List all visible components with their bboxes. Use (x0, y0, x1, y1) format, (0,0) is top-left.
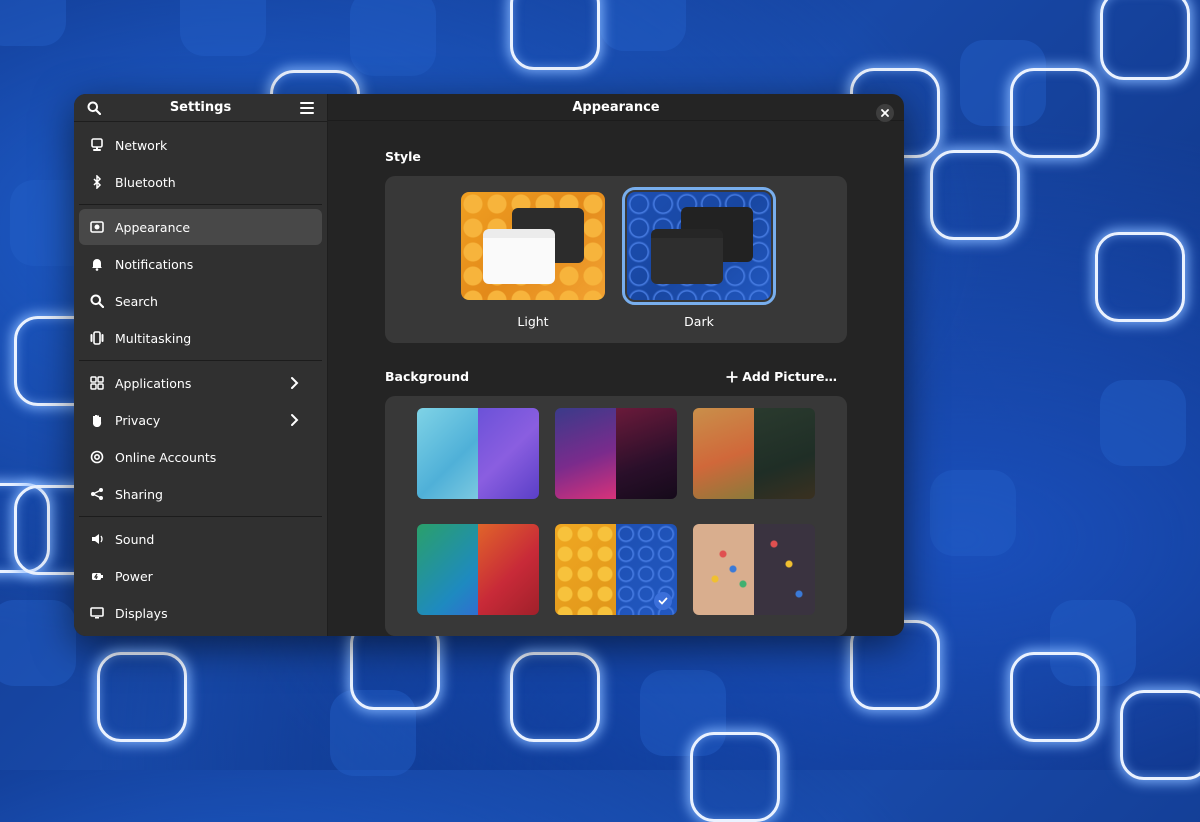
wallpaper-thumbnail[interactable] (693, 408, 815, 499)
sidebar-item-displays[interactable]: Displays (79, 595, 322, 631)
add-picture-button[interactable]: Add Picture… (726, 369, 837, 384)
sidebar-item-appearance[interactable]: Appearance (79, 209, 322, 245)
sidebar-item-network[interactable]: Network (79, 127, 322, 163)
sidebar: Settings Network Bluetooth Appearance No… (74, 94, 328, 636)
sidebar-item-applications[interactable]: Applications (79, 365, 322, 401)
sidebar-item-label: Power (115, 568, 153, 584)
at-icon (89, 449, 105, 465)
light-window-mockup (483, 229, 555, 284)
light-style-preview[interactable] (461, 192, 605, 300)
sidebar-item-label: Notifications (115, 256, 194, 272)
sidebar-item-label: Online Accounts (115, 449, 217, 465)
sidebar-item-label: Bluetooth (115, 174, 176, 190)
bell-icon (89, 256, 105, 272)
divider (79, 516, 322, 517)
dark-style-preview[interactable] (622, 187, 776, 305)
sidebar-list: Network Bluetooth Appearance Notificatio (74, 122, 327, 636)
wallpaper-thumbnail[interactable] (693, 524, 815, 615)
background-section-title: Background (385, 369, 470, 384)
search-icon[interactable] (84, 98, 104, 118)
content-area: Style Light Dark Background Add Picture… (328, 121, 904, 636)
power-icon (89, 568, 105, 584)
sidebar-item-label: Search (115, 293, 158, 309)
sidebar-item-privacy[interactable]: Privacy (79, 402, 322, 438)
sidebar-item-label: Network (115, 137, 168, 153)
page-title: Appearance (572, 99, 660, 115)
sidebar-item-notifications[interactable]: Notifications (79, 246, 322, 282)
sidebar-item-sound[interactable]: Sound (79, 521, 322, 557)
divider (79, 360, 322, 361)
sidebar-item-label: Privacy (115, 412, 161, 428)
dark-window-mockup-front (651, 229, 723, 284)
main-panel: Appearance Style Light Dark Background A… (328, 94, 904, 636)
background-grid (385, 396, 847, 636)
plus-icon (726, 371, 738, 382)
close-button[interactable] (876, 104, 894, 122)
sidebar-item-multitasking[interactable]: Multitasking (79, 320, 322, 356)
settings-window: Settings Network Bluetooth Appearance No… (74, 94, 904, 636)
share-icon (89, 486, 105, 502)
style-chooser: Light Dark (385, 176, 847, 343)
sidebar-item-power[interactable]: Power (79, 558, 322, 594)
add-picture-label: Add Picture… (742, 369, 837, 384)
sidebar-item-bluetooth[interactable]: Bluetooth (79, 164, 322, 200)
style-option-dark[interactable]: Dark (622, 187, 776, 343)
header-bar: Appearance (328, 94, 904, 122)
checkmark-icon (654, 592, 672, 610)
applications-icon (89, 375, 105, 391)
wallpaper-thumbnail[interactable] (417, 408, 539, 499)
sidebar-item-sharing[interactable]: Sharing (79, 476, 322, 512)
sidebar-item-label: Applications (115, 375, 192, 391)
appearance-icon (89, 219, 105, 235)
background-section-header: Background Add Picture… (385, 369, 847, 384)
bluetooth-icon (89, 174, 105, 190)
sidebar-item-label: Sound (115, 531, 155, 547)
style-option-label: Light (517, 314, 549, 329)
network-icon (89, 137, 105, 153)
display-icon (89, 605, 105, 621)
sidebar-title: Settings (169, 100, 232, 115)
close-icon (881, 109, 889, 117)
hamburger-menu-icon[interactable] (297, 98, 317, 118)
sidebar-header: Settings (74, 94, 327, 122)
sidebar-item-label: Multitasking (115, 330, 192, 346)
hand-icon (89, 412, 105, 428)
style-section-header: Style (385, 149, 847, 164)
style-option-label: Dark (684, 314, 714, 329)
sidebar-item-label: Sharing (115, 486, 163, 502)
search-icon (89, 293, 105, 309)
sidebar-item-online-accounts[interactable]: Online Accounts (79, 439, 322, 475)
sidebar-item-label: Appearance (115, 219, 191, 235)
speaker-icon (89, 531, 105, 547)
wallpaper-thumbnail[interactable] (555, 408, 677, 499)
chevron-right-icon (286, 412, 302, 428)
sidebar-item-label: Displays (115, 605, 168, 621)
style-section-title: Style (385, 149, 421, 164)
wallpaper-thumbnail[interactable] (417, 524, 539, 615)
divider (79, 204, 322, 205)
style-option-light[interactable]: Light (461, 192, 605, 343)
wallpaper-thumbnail-selected[interactable] (555, 524, 677, 615)
multitasking-icon (89, 330, 105, 346)
sidebar-item-search[interactable]: Search (79, 283, 322, 319)
chevron-right-icon (286, 375, 302, 391)
